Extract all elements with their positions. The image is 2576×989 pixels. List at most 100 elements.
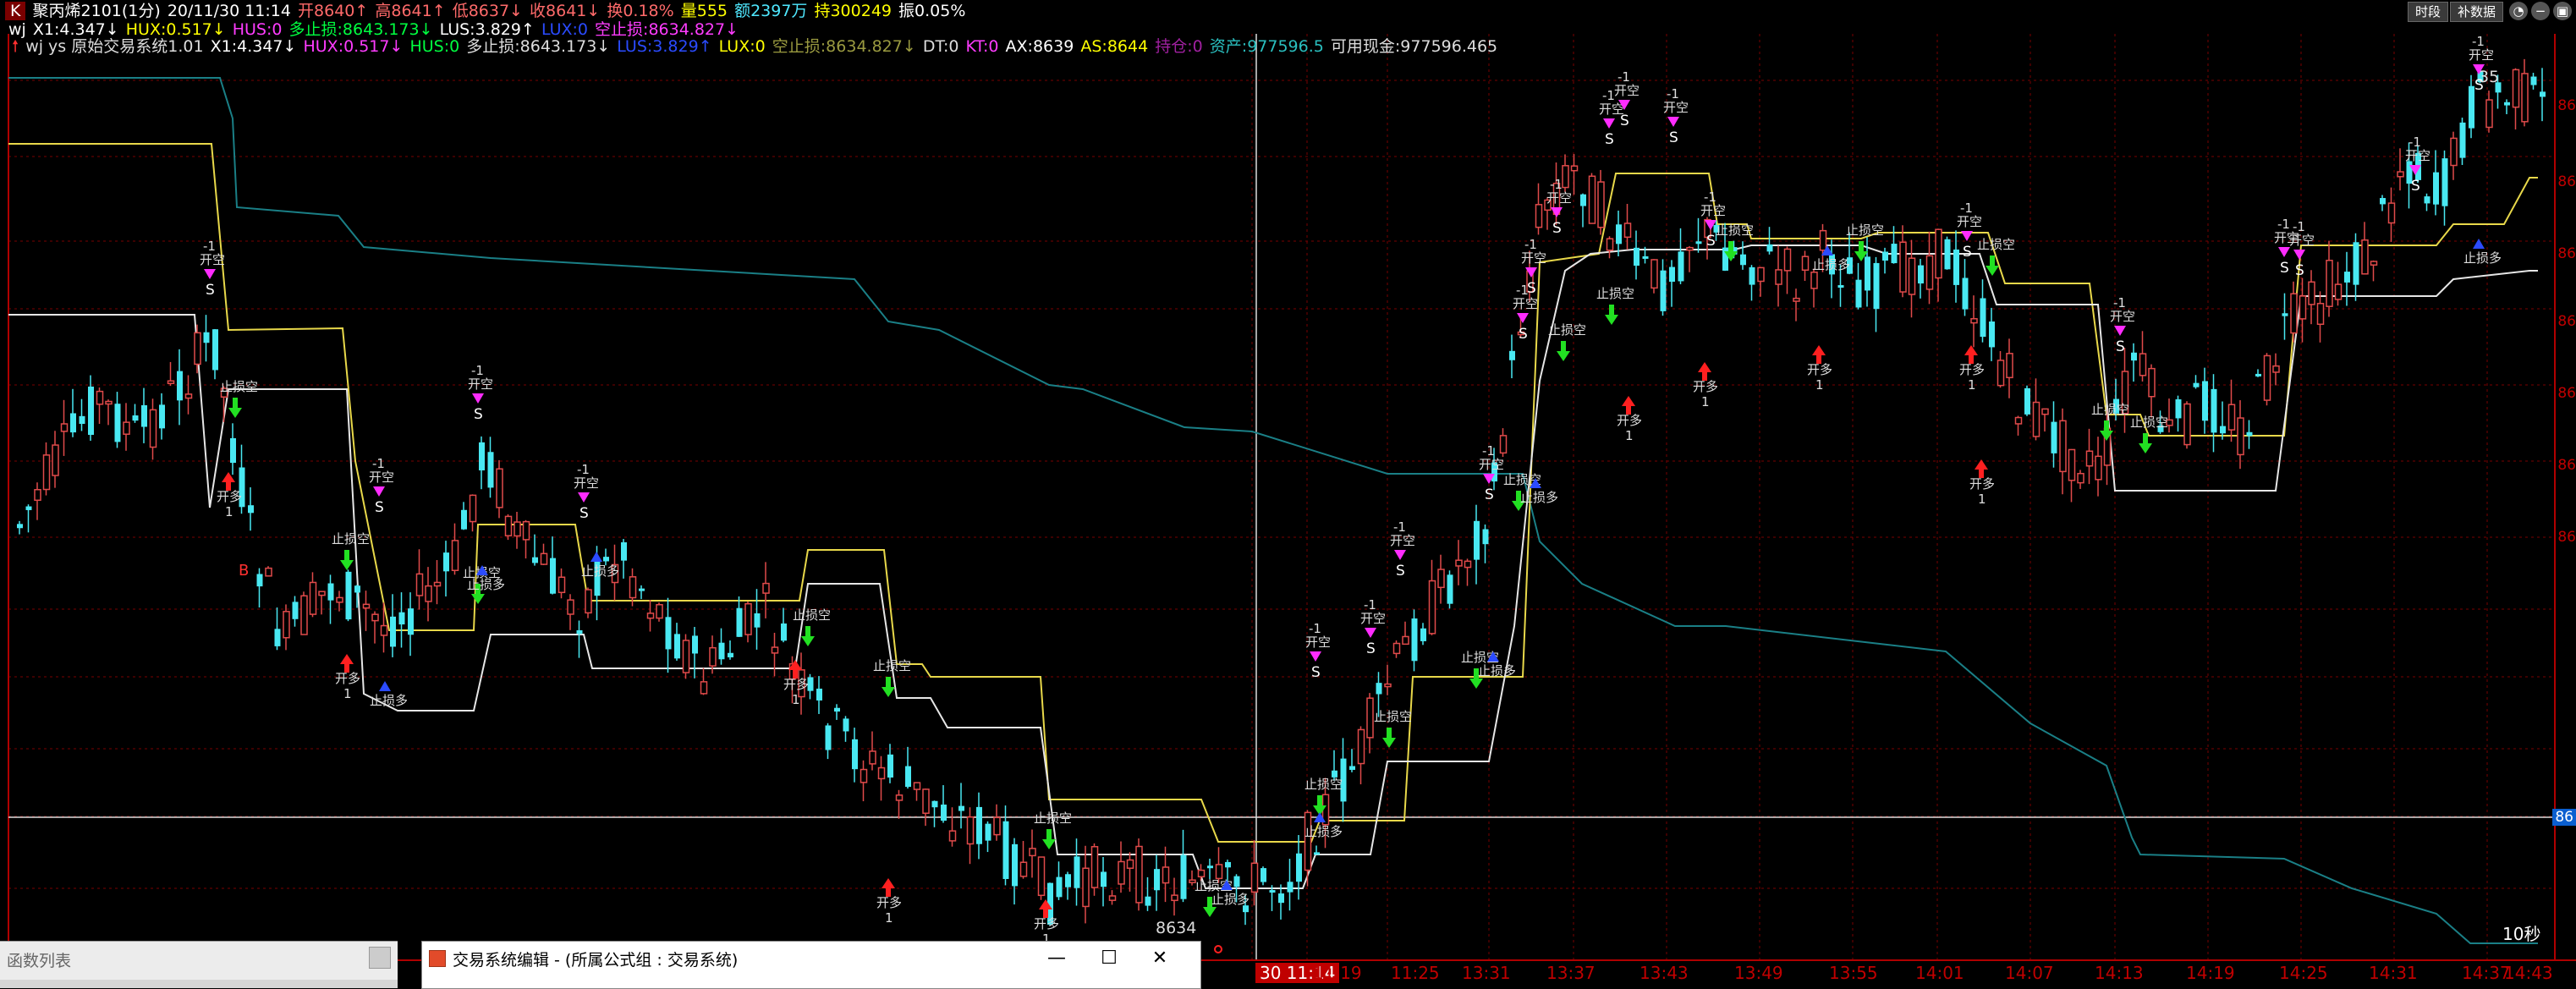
- candle-body: [1891, 244, 1898, 264]
- candle-body: [646, 613, 655, 619]
- candle-body: [1366, 697, 1374, 739]
- candle-body: [656, 604, 663, 619]
- candle-body: [2469, 85, 2474, 129]
- candle-body: [1304, 811, 1312, 871]
- signal-kaikong-label: 开空: [200, 252, 225, 267]
- restore-icon[interactable]: ▣: [2553, 2, 2572, 20]
- zhisunkong-arrow-icon: [1605, 315, 1618, 325]
- candle-body: [2521, 73, 2529, 123]
- candle-body: [2282, 313, 2288, 316]
- arrow-up-icon: 🠕: [12, 37, 19, 56]
- zhisunkong-arrow-icon: [1382, 738, 1396, 748]
- candle-body: [736, 607, 743, 637]
- editor-close-button[interactable]: ✕: [1143, 945, 1177, 972]
- low-annotation: 8634: [1156, 919, 1197, 937]
- zhisunkong-arrow-icon: [805, 626, 810, 636]
- candle-body: [1634, 247, 1640, 266]
- signal-s-label: S: [2411, 178, 2420, 195]
- zhisunkong-arrow-icon: [471, 594, 485, 604]
- ind2-zichan: 资产:977596.5: [1209, 37, 1324, 56]
- candle-body: [34, 489, 41, 502]
- candle-body: [487, 452, 494, 488]
- k-badge[interactable]: K: [5, 2, 26, 20]
- candle-body: [1855, 279, 1862, 308]
- signal-kaikong-label: 开空: [2110, 309, 2135, 324]
- signal-zhisunkong-label: 止损空: [1304, 777, 1343, 792]
- settings-icon[interactable]: ◔: [2509, 2, 2528, 20]
- kaiduo-arrow-icon: [340, 654, 354, 664]
- quote-open: 开8640↑: [298, 2, 369, 20]
- signal-kaikong-label: 开空: [1700, 203, 1726, 218]
- editor-minimize-button[interactable]: —: [1040, 945, 1074, 972]
- candle-body: [1935, 228, 1942, 279]
- candle-body: [834, 707, 840, 712]
- signal-zhisunkong-label: 止损空: [1977, 237, 2015, 252]
- candle-body: [88, 386, 94, 435]
- signal-s-label: S: [1519, 326, 1528, 343]
- signal-zhisunkong-label: 止损空: [332, 531, 370, 547]
- signal-kaikong-label: 开空: [369, 470, 394, 485]
- shiduan-button[interactable]: 时段: [2408, 2, 2449, 22]
- signal-kaikong-label: 开空: [2469, 47, 2494, 63]
- candle-body: [70, 413, 76, 433]
- candle-body: [479, 442, 485, 471]
- signal-zhisunkong-label: 止损空: [1716, 223, 1754, 238]
- candle-body: [1819, 229, 1827, 251]
- candle-body: [2032, 401, 2040, 437]
- bushuju-button[interactable]: 补数据: [2450, 2, 2504, 22]
- candle-body: [451, 540, 459, 571]
- candle-body: [843, 718, 849, 732]
- high-annotation: 35: [2479, 68, 2500, 86]
- candle-body: [2290, 293, 2298, 334]
- kaikong-triangle-icon: [1603, 118, 1615, 129]
- minimize-icon[interactable]: −: [2531, 2, 2550, 20]
- candle-body: [2397, 171, 2404, 178]
- ind2-lux: LUX:0: [718, 37, 766, 56]
- candle-body: [744, 602, 752, 635]
- candle-body: [114, 404, 121, 442]
- trading-system-editor-window[interactable]: 交易系统编辑 - (所属公式组 : 交易系统) — ☐ ✕: [421, 941, 1201, 989]
- candle-body: [230, 437, 236, 464]
- candle-body: [621, 542, 627, 561]
- candle-body: [2246, 431, 2253, 437]
- candle-body: [2450, 137, 2458, 167]
- kaiduo-arrow-icon: [1698, 362, 1711, 372]
- function-list-panel[interactable]: 函数列表: [0, 941, 398, 988]
- signal-zhisunkong-label: 止损空: [1034, 810, 1072, 826]
- signal-zhisunduo-label: 止损多: [1520, 490, 1558, 505]
- kline-chart[interactable]: -1开空S-1开空S-1开空S-1开空S-1开空S-1开空S-1开空S-1开空S…: [0, 0, 2576, 987]
- candle-body: [212, 329, 218, 371]
- candle-body: [2441, 158, 2448, 206]
- candle-body: [913, 782, 921, 790]
- signal-kaiduo-label: 开多: [1034, 916, 1059, 931]
- candle-body: [2263, 354, 2271, 401]
- candle-body: [1499, 435, 1508, 454]
- panel-scroll-button[interactable]: [369, 947, 391, 969]
- candle-body: [1392, 642, 1401, 655]
- candle-body: [1588, 175, 1596, 224]
- indicator-lines: [8, 77, 2538, 944]
- editor-maximize-button[interactable]: ☐: [1092, 945, 1126, 972]
- signal-zhisunduo-label: 止损多: [1304, 824, 1343, 839]
- zhisunkong-arrow-icon: [340, 560, 354, 570]
- candle-body: [718, 642, 725, 660]
- candle-body: [2459, 122, 2466, 158]
- candle-body: [860, 768, 868, 783]
- candle-body: [1108, 895, 1117, 901]
- ind2-kongzhisun: 空止损:8634.827↓: [772, 37, 916, 56]
- kaikong-triangle-icon: [2114, 326, 2126, 336]
- signal-zhisunkong-label: 止损空: [873, 658, 911, 673]
- candle-body: [728, 652, 733, 657]
- quote-close: 收8641↓: [530, 2, 601, 20]
- candle-body: [1970, 318, 1978, 324]
- candle-body: [2272, 365, 2280, 373]
- time-tick: 14:19: [2186, 963, 2235, 983]
- candle-body: [167, 380, 175, 384]
- candle-body: [1749, 266, 1755, 285]
- signal-zhisunkong-label: 止损空: [2091, 402, 2129, 417]
- candle-body: [415, 573, 424, 596]
- candle-body: [709, 646, 717, 667]
- candle-body: [1420, 628, 1426, 641]
- time-tick: 13:55: [1829, 963, 1878, 983]
- signal-s-label: S: [474, 406, 483, 423]
